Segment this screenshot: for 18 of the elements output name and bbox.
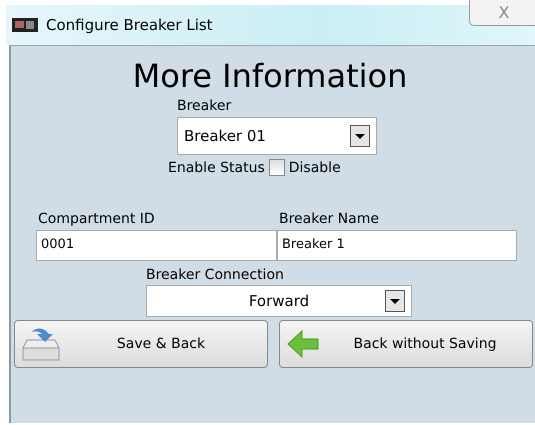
text-field[interactable]: Breaker 1 (277, 230, 517, 261)
left-arrow-icon (286, 329, 320, 359)
save-back-button[interactable]: Save & Back (14, 320, 268, 368)
window-title: Configure Breaker List (46, 16, 213, 34)
tray-arrow-icon (21, 326, 61, 362)
back-button[interactable]: Back without Saving (279, 320, 533, 368)
app-icon (12, 18, 38, 32)
heading: More Information (132, 56, 408, 96)
connection-label: Breaker Connection (146, 266, 284, 285)
field-label: Compartment ID (38, 210, 156, 229)
breaker-label: Breaker (177, 97, 232, 116)
connection-dropdown[interactable]: Forward (146, 285, 412, 317)
disable-label: Disable (288, 160, 341, 176)
breaker-dropdown[interactable]: Breaker 01 (177, 117, 377, 155)
disable-checkbox[interactable] (268, 159, 285, 176)
text-field[interactable]: 0001 (36, 230, 277, 261)
field-label: Breaker Name (279, 210, 380, 229)
enable-status-label: Enable Status (168, 160, 265, 176)
